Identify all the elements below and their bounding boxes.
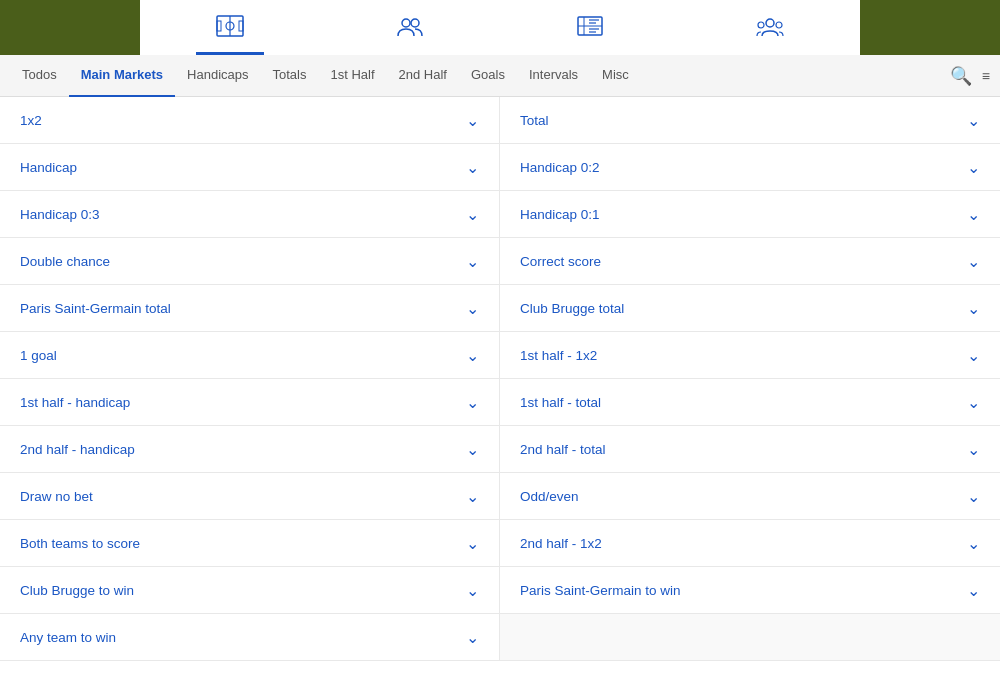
chevron-down-icon[interactable]: ⌄ — [466, 158, 479, 177]
market-row: 2nd half - total ⌄ — [500, 426, 1000, 473]
chevron-down-icon[interactable]: ⌄ — [967, 252, 980, 271]
chevron-down-icon[interactable]: ⌄ — [967, 440, 980, 459]
tab-pitch[interactable] — [196, 0, 264, 55]
sub-nav-item-2nd-half[interactable]: 2nd Half — [387, 55, 459, 97]
market-row: Correct score ⌄ — [500, 238, 1000, 285]
market-row: Club Brugge total ⌄ — [500, 285, 1000, 332]
market-label-left[interactable]: Double chance — [20, 254, 110, 269]
sub-nav: TodosMain MarketsHandicapsTotals1st Half… — [0, 55, 1000, 97]
market-label-left[interactable]: Handicap 0:3 — [20, 207, 100, 222]
sub-nav-item-intervals[interactable]: Intervals — [517, 55, 590, 97]
chevron-down-icon[interactable]: ⌄ — [967, 581, 980, 600]
search-icon[interactable]: 🔍 — [950, 65, 972, 87]
market-label-left[interactable]: Club Brugge to win — [20, 583, 134, 598]
tab-players[interactable] — [376, 0, 444, 55]
market-label-right[interactable]: 2nd half - 1x2 — [520, 536, 602, 551]
market-grid: 1x2⌄Total⌄Handicap⌄Handicap 0:2⌄Handicap… — [0, 97, 1000, 661]
market-label-right[interactable]: Paris Saint-Germain to win — [520, 583, 681, 598]
chevron-down-icon[interactable]: ⌄ — [466, 581, 479, 600]
chevron-down-icon[interactable]: ⌄ — [466, 393, 479, 412]
market-label-left[interactable]: Draw no bet — [20, 489, 93, 504]
sub-nav-item-handicaps[interactable]: Handicaps — [175, 55, 260, 97]
market-row: Total ⌄ — [500, 97, 1000, 144]
market-row — [500, 614, 1000, 661]
market-row: Odd/even ⌄ — [500, 473, 1000, 520]
market-row: Handicap ⌄ — [0, 144, 500, 191]
chevron-down-icon[interactable]: ⌄ — [967, 346, 980, 365]
market-row: 2nd half - 1x2 ⌄ — [500, 520, 1000, 567]
market-row: Handicap 0:2 ⌄ — [500, 144, 1000, 191]
app-container: TodosMain MarketsHandicapsTotals1st Half… — [0, 0, 1000, 661]
market-label-left[interactable]: Any team to win — [20, 630, 116, 645]
market-label-left[interactable]: Paris Saint-Germain total — [20, 301, 171, 316]
market-label-right[interactable]: Club Brugge total — [520, 301, 624, 316]
top-bar — [0, 0, 1000, 55]
chevron-down-icon[interactable]: ⌄ — [466, 346, 479, 365]
market-row: Draw no bet ⌄ — [0, 473, 500, 520]
chevron-down-icon[interactable]: ⌄ — [466, 440, 479, 459]
market-row: 2nd half - handicap ⌄ — [0, 426, 500, 473]
market-label-right[interactable]: Handicap 0:1 — [520, 207, 600, 222]
market-label-right[interactable]: Correct score — [520, 254, 601, 269]
market-label-left[interactable]: 1 goal — [20, 348, 57, 363]
market-row: 1x2 ⌄ — [0, 97, 500, 144]
market-label-right[interactable]: 1st half - 1x2 — [520, 348, 597, 363]
market-row: 1 goal ⌄ — [0, 332, 500, 379]
sub-nav-icons: 🔍 ≡ — [950, 65, 990, 87]
svg-point-16 — [776, 22, 782, 28]
market-label-right[interactable]: 1st half - total — [520, 395, 601, 410]
market-label-right[interactable]: Total — [520, 113, 549, 128]
chevron-down-icon[interactable]: ⌄ — [967, 158, 980, 177]
chevron-down-icon[interactable]: ⌄ — [466, 111, 479, 130]
chevron-down-icon[interactable]: ⌄ — [967, 487, 980, 506]
market-label-right[interactable]: Odd/even — [520, 489, 579, 504]
tab-stats[interactable] — [556, 0, 624, 55]
sub-nav-item-main-markets[interactable]: Main Markets — [69, 55, 175, 97]
market-row: Any team to win ⌄ — [0, 614, 500, 661]
svg-point-6 — [411, 19, 419, 27]
chevron-down-icon[interactable]: ⌄ — [967, 393, 980, 412]
market-row: Handicap 0:1 ⌄ — [500, 191, 1000, 238]
market-label-left[interactable]: Both teams to score — [20, 536, 140, 551]
svg-point-15 — [758, 22, 764, 28]
filter-icon[interactable]: ≡ — [982, 68, 990, 84]
market-row: Handicap 0:3 ⌄ — [0, 191, 500, 238]
chevron-down-icon[interactable]: ⌄ — [967, 111, 980, 130]
chevron-down-icon[interactable]: ⌄ — [967, 299, 980, 318]
sub-nav-item-todos[interactable]: Todos — [10, 55, 69, 97]
market-label-left[interactable]: 2nd half - handicap — [20, 442, 135, 457]
chevron-down-icon[interactable]: ⌄ — [466, 252, 479, 271]
sub-nav-item-goals[interactable]: Goals — [459, 55, 517, 97]
chevron-down-icon[interactable]: ⌄ — [967, 534, 980, 553]
market-label-left[interactable]: 1st half - handicap — [20, 395, 130, 410]
market-row: Paris Saint-Germain to win ⌄ — [500, 567, 1000, 614]
market-label-right[interactable]: 2nd half - total — [520, 442, 606, 457]
market-row: Double chance ⌄ — [0, 238, 500, 285]
chevron-down-icon[interactable]: ⌄ — [466, 299, 479, 318]
market-row: Paris Saint-Germain total ⌄ — [0, 285, 500, 332]
market-row: Club Brugge to win ⌄ — [0, 567, 500, 614]
market-label-left[interactable]: Handicap — [20, 160, 77, 175]
chevron-down-icon[interactable]: ⌄ — [466, 487, 479, 506]
tab-group[interactable] — [736, 0, 804, 55]
sub-nav-item-misc[interactable]: Misc — [590, 55, 641, 97]
svg-point-5 — [402, 19, 410, 27]
market-row: 1st half - total ⌄ — [500, 379, 1000, 426]
sub-nav-item-1st-half[interactable]: 1st Half — [318, 55, 386, 97]
chevron-down-icon[interactable]: ⌄ — [466, 534, 479, 553]
svg-point-14 — [766, 19, 774, 27]
market-row: 1st half - handicap ⌄ — [0, 379, 500, 426]
sub-nav-item-totals[interactable]: Totals — [261, 55, 319, 97]
market-row: Both teams to score ⌄ — [0, 520, 500, 567]
chevron-down-icon[interactable]: ⌄ — [967, 205, 980, 224]
market-label-right[interactable]: Handicap 0:2 — [520, 160, 600, 175]
chevron-down-icon[interactable]: ⌄ — [466, 628, 479, 647]
market-label-left[interactable]: 1x2 — [20, 113, 42, 128]
chevron-down-icon[interactable]: ⌄ — [466, 205, 479, 224]
market-row: 1st half - 1x2 ⌄ — [500, 332, 1000, 379]
